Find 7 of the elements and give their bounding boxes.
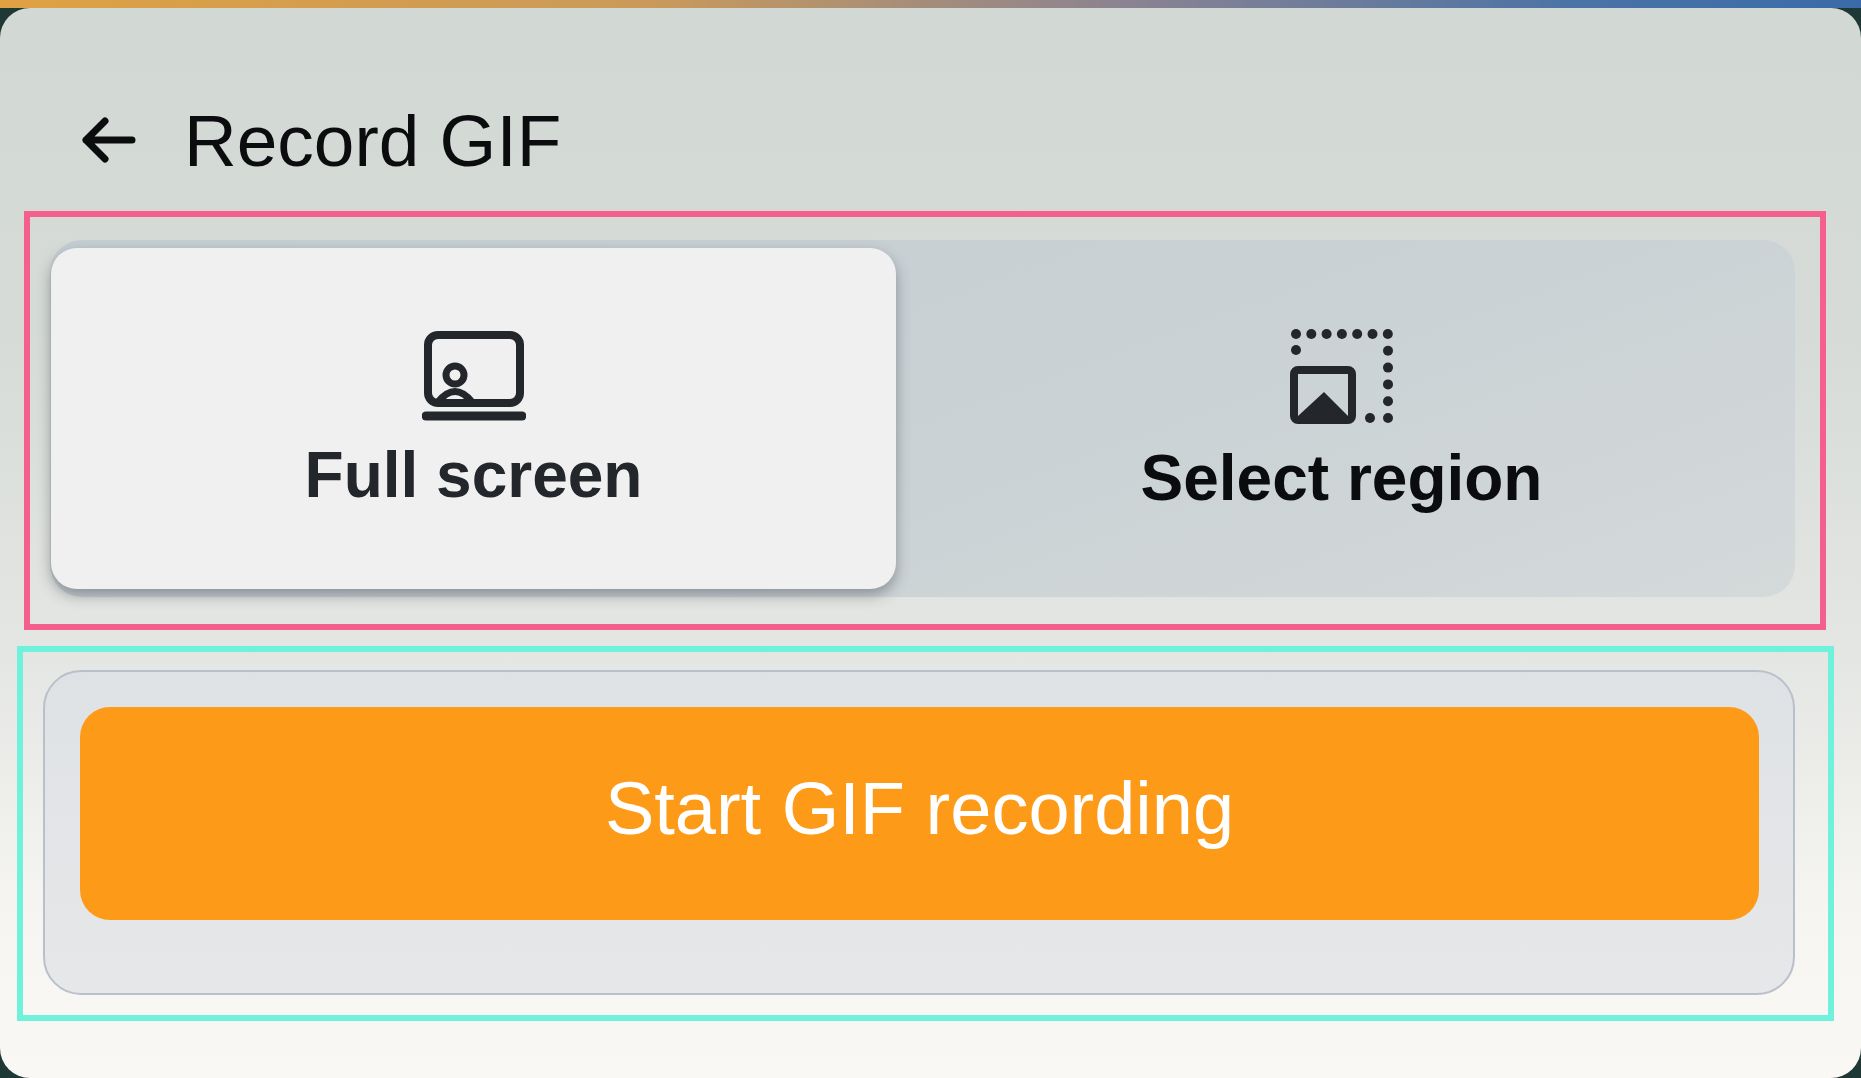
back-button[interactable]: [80, 117, 136, 163]
page-title: Record GIF: [184, 103, 562, 177]
monitor-person-icon: [421, 330, 526, 421]
capture-mode-option[interactable]: Select region: [896, 248, 1787, 589]
back-arrow-icon: [80, 117, 136, 163]
capture-mode-option[interactable]: Full screen: [51, 248, 896, 589]
dotted-region-image-icon: [1289, 327, 1394, 424]
